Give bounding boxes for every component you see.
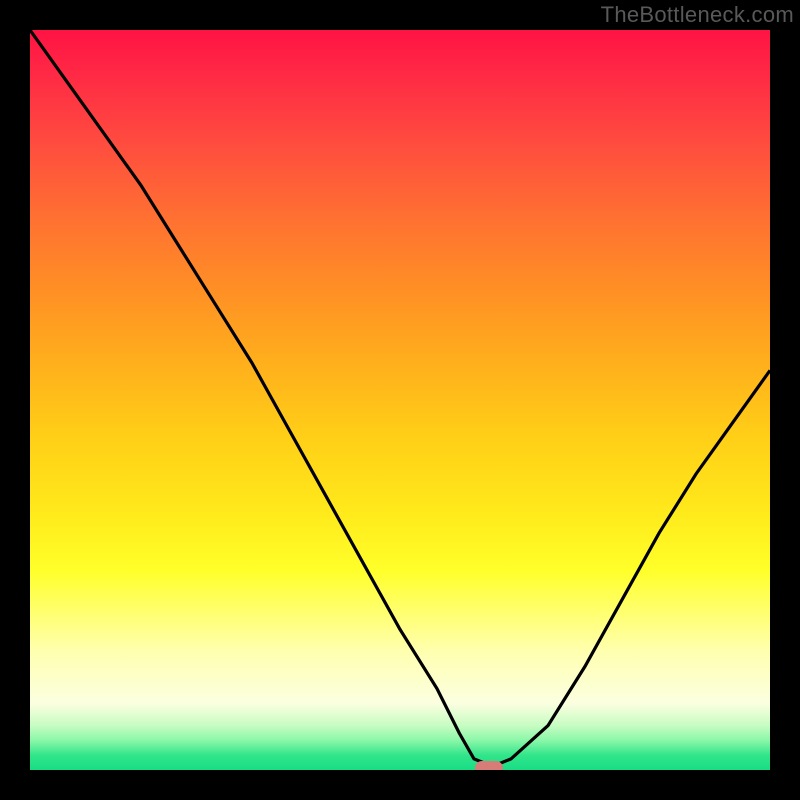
chart-plot-area [30, 30, 770, 770]
chart-line [30, 30, 770, 770]
optimal-point-marker [475, 761, 503, 770]
watermark-text: TheBottleneck.com [601, 2, 794, 28]
